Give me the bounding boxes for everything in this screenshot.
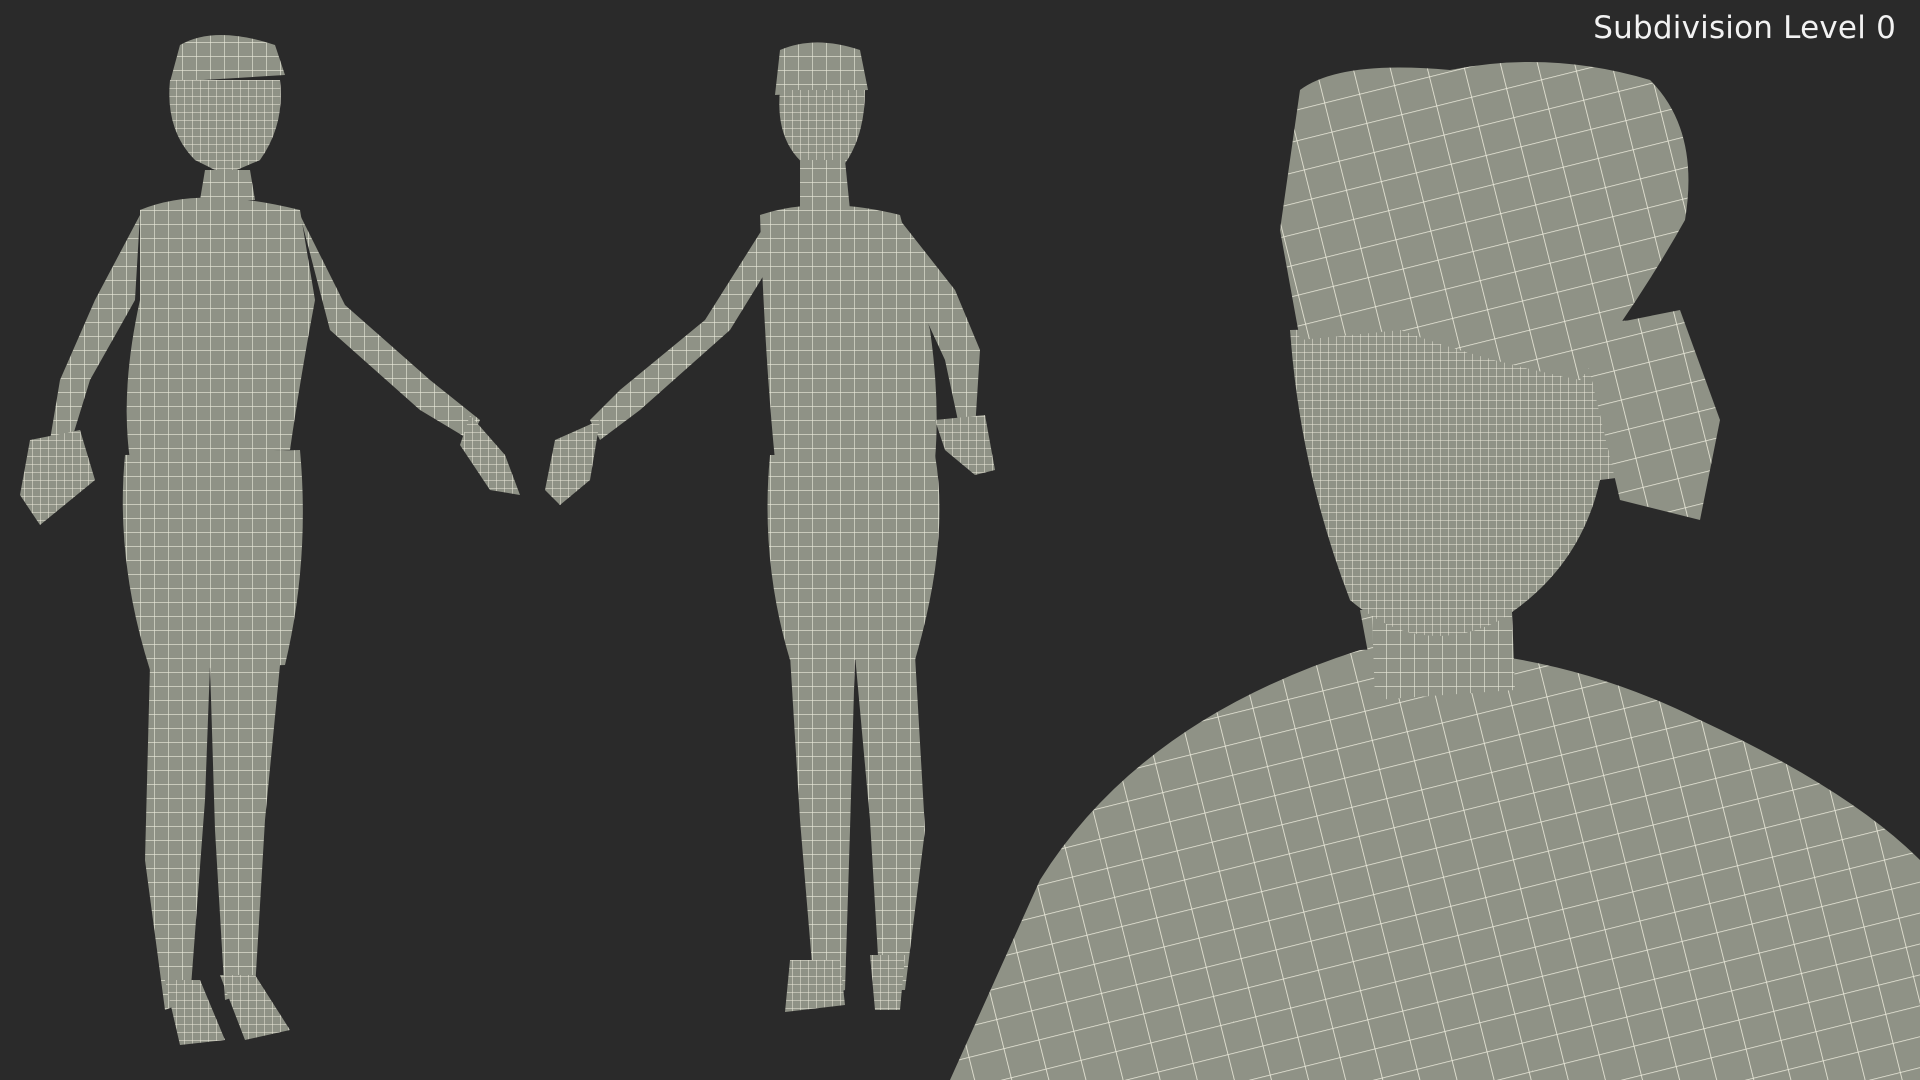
subdivision-level-label: Subdivision Level 0 — [1593, 10, 1896, 46]
closeup-bust — [950, 62, 1920, 1080]
render-viewport: Subdivision Level 0 — [0, 0, 1920, 1080]
closeup-mesh — [950, 62, 1920, 1080]
